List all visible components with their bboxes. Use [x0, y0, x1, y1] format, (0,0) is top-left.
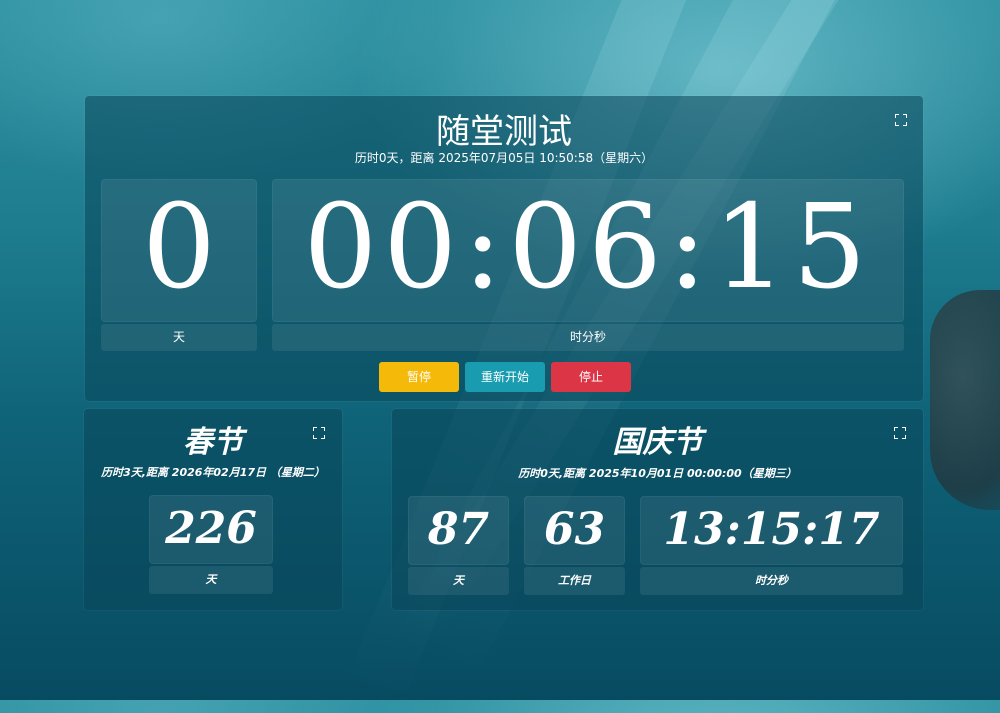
- spring-festival-panel: 春节 历时3天,距离 2026年02月17日 （星期二） 226 天: [84, 409, 342, 610]
- national-days-box: 87: [408, 496, 509, 565]
- spring-days-box: 226: [149, 495, 273, 564]
- national-days-value: 87: [427, 504, 490, 555]
- national-time-value: 13:15:17: [663, 504, 880, 555]
- main-timer-panel: 随堂测试 历时0天，距离 2025年07月05日 10:50:58（星期六） 0…: [85, 96, 923, 401]
- stop-button[interactable]: 停止: [551, 362, 631, 392]
- fullscreen-icon[interactable]: [894, 427, 906, 439]
- days-value: 0: [142, 180, 216, 315]
- spring-title: 春节: [183, 425, 243, 460]
- national-workdays-value: 63: [543, 504, 606, 555]
- spring-days-label: 天: [149, 566, 273, 594]
- time-box: 00:06:15: [272, 179, 904, 322]
- spring-days-value: 226: [165, 503, 257, 554]
- main-title: 随堂测试: [436, 112, 572, 152]
- national-subtitle: 历时0天,距离 2025年10月01日 00:00:00（星期三）: [518, 467, 797, 480]
- days-box: 0: [101, 179, 257, 322]
- pause-button[interactable]: 暂停: [379, 362, 459, 392]
- main-subtitle: 历时0天，距离 2025年07月05日 10:50:58（星期六）: [354, 151, 654, 165]
- fullscreen-icon[interactable]: [313, 427, 325, 439]
- national-time-label: 时分秒: [640, 567, 903, 595]
- spring-subtitle: 历时3天,距离 2026年02月17日 （星期二）: [101, 466, 325, 479]
- swimmer-silhouette: [930, 290, 1000, 510]
- days-label: 天: [101, 324, 257, 351]
- national-time-box: 13:15:17: [640, 496, 903, 565]
- time-value: 00:06:15: [303, 180, 873, 315]
- national-days-label: 天: [408, 567, 509, 595]
- national-workdays-label: 工作日: [524, 567, 625, 595]
- national-title: 国庆节: [612, 425, 703, 460]
- fullscreen-icon[interactable]: [895, 114, 907, 126]
- national-workdays-box: 63: [524, 496, 625, 565]
- time-label: 时分秒: [272, 324, 904, 351]
- restart-button[interactable]: 重新开始: [465, 362, 545, 392]
- national-day-panel: 国庆节 历时0天,距离 2025年10月01日 00:00:00（星期三） 87…: [392, 409, 923, 610]
